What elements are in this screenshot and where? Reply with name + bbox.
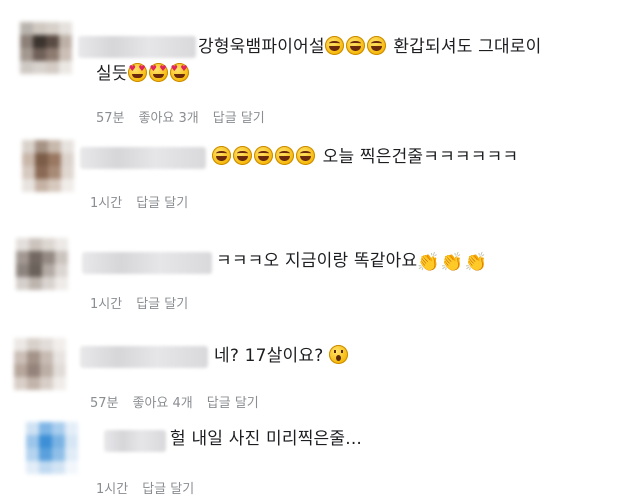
comment-time: 57분: [96, 111, 125, 126]
heart-eyes-icon: [148, 63, 168, 82]
comment-meta: 57분 좋아요 3개 답글 달기: [96, 107, 279, 126]
comment-text-part: 실듯: [96, 64, 128, 84]
astonished-face-icon: [329, 345, 349, 364]
comment-text: 헐 내일 사진 미리찍은줄...: [170, 425, 362, 454]
avatar[interactable]: [22, 140, 74, 192]
comment-time: 57분: [90, 396, 119, 411]
grinning-squinting-face-icon: [296, 146, 315, 165]
comment-text-part: ㅋㅋㅋ오 지금이랑 똑같아요: [216, 251, 418, 271]
clapping-hands-icon: 👏: [417, 252, 440, 273]
comment-time: 1시간: [90, 297, 123, 312]
comment-text-part: 헐 내일 사진 미리찍은줄...: [170, 429, 363, 449]
grinning-squinting-face-icon: [275, 146, 294, 165]
username-blurred[interactable]: [104, 430, 166, 452]
comment-meta: 57분 좋아요 4개 답글 달기: [90, 392, 273, 411]
comment-time: 1시간: [96, 482, 129, 497]
avatar[interactable]: [16, 238, 68, 290]
heart-eyes-icon: [127, 63, 147, 82]
grinning-squinting-face-icon: [345, 36, 365, 55]
comment-meta: 1시간 답글 달기: [96, 478, 208, 497]
grinning-squinting-face-icon: [254, 146, 273, 165]
like-count-link[interactable]: 좋아요 3개: [139, 111, 199, 126]
comment-meta: 1시간 답글 달기: [90, 192, 202, 211]
grinning-squinting-face-icon: [366, 36, 386, 55]
comment-text: 네? 17살이요?: [214, 342, 350, 371]
comment-text-line2: 실듯: [96, 60, 191, 89]
username-blurred[interactable]: [82, 252, 212, 274]
like-count-link[interactable]: 좋아요 4개: [133, 396, 193, 411]
avatar[interactable]: [14, 338, 66, 390]
comment-text-part: 오늘 찍은건줄ㅋㅋㅋㅋㅋㅋ: [322, 147, 519, 167]
comment-text: ㅋㅋㅋ오 지금이랑 똑같아요👏👏👏: [216, 247, 488, 277]
reply-link[interactable]: 답글 달기: [207, 396, 259, 411]
grinning-squinting-face-icon: [324, 36, 344, 55]
reply-link[interactable]: 답글 달기: [136, 297, 188, 312]
avatar[interactable]: [26, 422, 78, 474]
username-blurred[interactable]: [80, 147, 206, 169]
reply-link[interactable]: 답글 달기: [142, 482, 194, 497]
comment-meta: 1시간 답글 달기: [90, 293, 202, 312]
reply-link[interactable]: 답글 달기: [136, 196, 188, 211]
comment-text-part: 환갑되셔도 그대로이: [393, 37, 542, 57]
username-blurred[interactable]: [80, 346, 208, 368]
username-blurred[interactable]: [78, 36, 196, 58]
grinning-squinting-face-icon: [233, 146, 252, 165]
clapping-hands-icon: 👏: [464, 252, 488, 273]
comment-text-part: 네? 17살이요?: [214, 346, 324, 366]
comment-text: 오늘 찍은건줄ㅋㅋㅋㅋㅋㅋ: [212, 143, 518, 172]
comment-text: 강형욱뱀파이어설 환갑되셔도 그대로이: [198, 33, 542, 62]
clapping-hands-icon: 👏: [440, 252, 464, 273]
comment-text-part: 강형욱뱀파이어설: [198, 37, 325, 57]
heart-eyes-icon: [169, 63, 189, 82]
comment-time: 1시간: [90, 196, 123, 211]
avatar[interactable]: [20, 22, 72, 74]
grinning-squinting-face-icon: [212, 146, 231, 165]
reply-link[interactable]: 답글 달기: [213, 111, 265, 126]
